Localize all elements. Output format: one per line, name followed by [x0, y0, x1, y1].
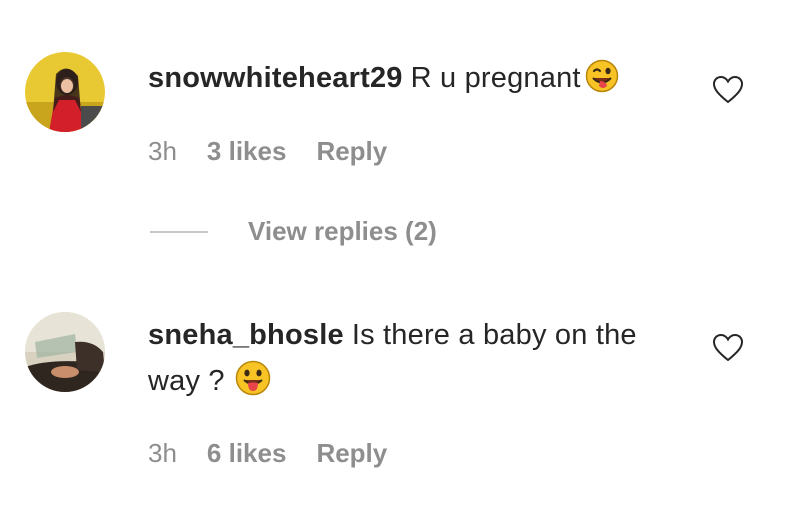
comment-text: sneha_bhosle Is there a baby on the way ? — [148, 312, 668, 410]
username[interactable]: snowwhiteheart29 — [148, 62, 403, 94]
divider-line — [150, 230, 208, 233]
like-heart-icon[interactable] — [712, 333, 744, 363]
likes-count[interactable]: 3 likes — [207, 136, 287, 167]
comment-time: 3h — [148, 136, 177, 166]
comment-meta: 3h 6 likes Reply — [148, 438, 417, 469]
reply-button[interactable]: Reply — [316, 438, 387, 469]
tongue-out-emoji-icon — [235, 360, 271, 410]
comment-time: 3h — [148, 438, 177, 468]
avatar[interactable] — [25, 52, 105, 132]
comment-message: R u pregnant — [410, 62, 581, 94]
username[interactable]: sneha_bhosle — [148, 319, 344, 351]
like-heart-icon[interactable] — [712, 75, 744, 105]
avatar[interactable] — [25, 312, 105, 392]
comment-meta: 3h 3 likes Reply — [148, 136, 417, 167]
view-replies-button[interactable]: View replies (2) — [150, 216, 437, 247]
view-replies-label: View replies (2) — [248, 216, 437, 246]
reply-button[interactable]: Reply — [316, 136, 387, 167]
likes-count[interactable]: 6 likes — [207, 438, 287, 469]
avatar-photo — [25, 312, 105, 392]
comment-text: snowwhiteheart29 R u pregnant — [148, 55, 619, 107]
avatar-photo — [25, 52, 105, 132]
winking-tongue-emoji-icon — [585, 59, 619, 107]
